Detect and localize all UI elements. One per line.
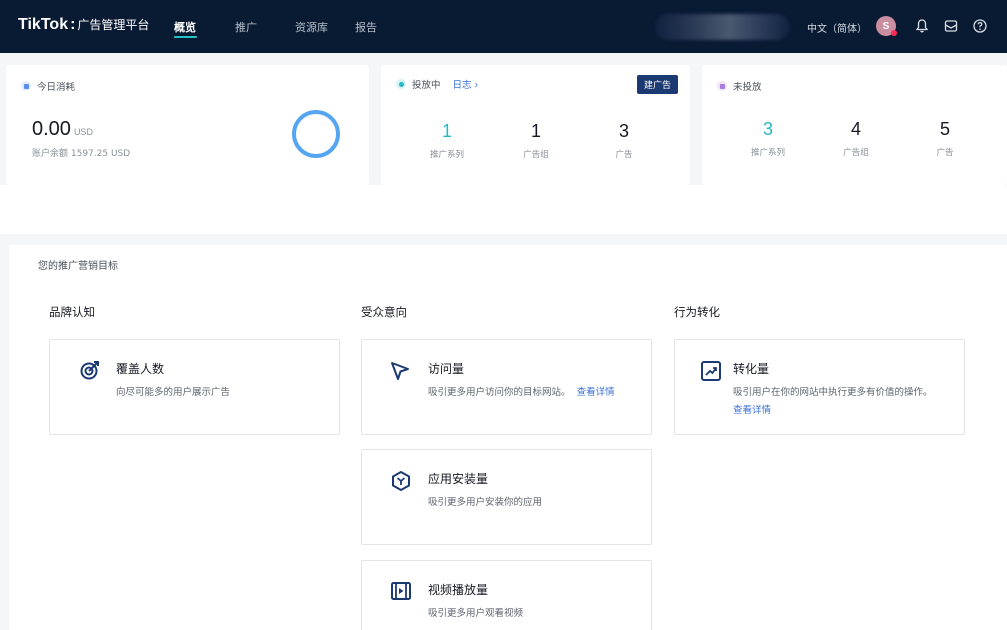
active-header: 投放中 日志 › xyxy=(396,77,478,91)
nav-active-indicator xyxy=(174,36,197,38)
create-ad-button[interactable]: 建广告 xyxy=(637,75,678,94)
account-balance: 账户余额 1597.25 USD xyxy=(32,149,131,159)
metric-value: 5 xyxy=(939,119,950,139)
metric-label: 广告 xyxy=(936,148,954,158)
goal-description: 吸引更多用户安装你的应用 xyxy=(428,497,543,508)
notification-dot xyxy=(891,30,897,36)
column-title-conversion: 行为转化 xyxy=(674,305,720,319)
goal-card-reach[interactable]: 覆盖人数 向尽可能多的用户展示广告 xyxy=(49,339,340,435)
today-spend-amount: 0.00 USD xyxy=(32,118,93,141)
goal-name: 视频播放量 xyxy=(428,583,489,597)
help-icon[interactable] xyxy=(972,18,988,34)
column-title-awareness: 品牌认知 xyxy=(49,305,95,319)
metric-value: 1 xyxy=(530,121,541,141)
goal-card-conversions[interactable]: 转化量 吸引用户在你的网站中执行更多有价值的操作。 查看详情 xyxy=(674,339,965,435)
column-title-consideration: 受众意向 xyxy=(361,305,407,319)
nav-assets[interactable]: 资源库 xyxy=(295,19,328,35)
metric-value: 1 xyxy=(441,121,452,141)
amount-value: 0.00 xyxy=(32,118,71,140)
goal-name: 访问量 xyxy=(428,362,465,376)
amount-currency: USD xyxy=(73,127,93,137)
blank-band xyxy=(0,185,1007,234)
nav-reports[interactable]: 报告 xyxy=(355,19,377,35)
inactive-header: 未投放 xyxy=(717,79,762,93)
active-metric-adgroups[interactable]: 1 广告组 xyxy=(506,121,566,160)
goals-section-title: 您的推广营销目标 xyxy=(38,261,118,272)
metric-label: 广告组 xyxy=(523,150,549,160)
metric-value: 3 xyxy=(618,121,629,141)
metric-label: 广告组 xyxy=(843,148,869,158)
avatar-letter: S xyxy=(882,20,890,32)
active-metric-campaigns[interactable]: 1 推广系列 xyxy=(417,121,477,160)
goal-card-video-views[interactable]: 视频播放量 吸引更多用户观看视频 xyxy=(361,560,652,630)
bell-icon[interactable] xyxy=(914,18,930,34)
active-status-icon xyxy=(396,79,406,89)
goal-description: 向尽可能多的用户展示广告 xyxy=(116,387,231,398)
goal-description-text: 吸引用户在你的网站中执行更多有价值的操作。 xyxy=(733,387,933,398)
goal-card-traffic[interactable]: 访问量 吸引更多用户访问你的目标网站。 查看详情 xyxy=(361,339,652,435)
log-link[interactable]: 日志 › xyxy=(453,77,479,91)
goal-description: 吸引更多用户观看视频 xyxy=(428,608,524,619)
today-spend-title: 今日消耗 xyxy=(37,82,76,93)
active-title: 投放中 xyxy=(412,80,441,91)
view-details-link[interactable]: 查看详情 xyxy=(733,405,771,416)
inactive-metric-campaigns[interactable]: 3 推广系列 xyxy=(738,119,798,158)
goal-name: 覆盖人数 xyxy=(116,362,165,376)
app-hexagon-icon xyxy=(392,471,410,491)
logo-text: TikTok xyxy=(18,16,69,33)
goal-name: 应用安装量 xyxy=(428,472,489,486)
top-navigation-bar: TikTok : 广告管理平台 概览 推广 资源库 报告 中文（简体） S xyxy=(0,0,1007,53)
goal-description: 吸引用户在你的网站中执行更多有价值的操作。 查看详情 xyxy=(733,384,938,420)
spend-progress-ring xyxy=(292,110,340,158)
target-icon xyxy=(80,361,99,380)
goal-card-app-install[interactable]: 应用安装量 吸引更多用户安装你的应用 xyxy=(361,449,652,545)
wallet-icon xyxy=(21,81,31,91)
active-metric-ads[interactable]: 3 广告 xyxy=(594,121,654,160)
language-selector[interactable]: 中文（简体） xyxy=(807,20,867,35)
avatar[interactable]: S xyxy=(876,16,897,36)
nav-overview[interactable]: 概览 xyxy=(174,19,196,35)
view-details-link[interactable]: 查看详情 xyxy=(577,387,615,398)
today-spend-header: 今日消耗 xyxy=(21,79,75,93)
inactive-status-icon xyxy=(717,81,727,91)
nav-campaign[interactable]: 推广 xyxy=(235,19,257,35)
goal-description-text: 吸引更多用户访问你的目标网站。 xyxy=(428,387,571,398)
inactive-metric-adgroups[interactable]: 4 广告组 xyxy=(826,119,886,158)
inactive-metric-ads[interactable]: 5 广告 xyxy=(915,119,975,158)
tiktok-ads-logo[interactable]: TikTok : 广告管理平台 xyxy=(18,16,149,34)
logo-subtitle: 广告管理平台 xyxy=(77,18,150,32)
video-film-icon xyxy=(391,582,411,600)
account-selector-blurred[interactable] xyxy=(655,14,790,40)
metric-label: 广告 xyxy=(615,150,633,160)
logo-separator: : xyxy=(70,16,76,33)
goal-description: 吸引更多用户访问你的目标网站。 查看详情 xyxy=(428,384,628,402)
cursor-arrow-icon xyxy=(391,362,409,380)
metric-value: 4 xyxy=(850,119,861,139)
inactive-title: 未投放 xyxy=(733,82,762,93)
trend-chart-icon xyxy=(701,361,721,381)
metric-label: 推广系列 xyxy=(750,148,785,158)
goal-name: 转化量 xyxy=(733,362,770,376)
metric-value: 3 xyxy=(762,119,773,139)
inbox-icon[interactable] xyxy=(943,18,959,34)
metric-label: 推广系列 xyxy=(429,150,464,160)
